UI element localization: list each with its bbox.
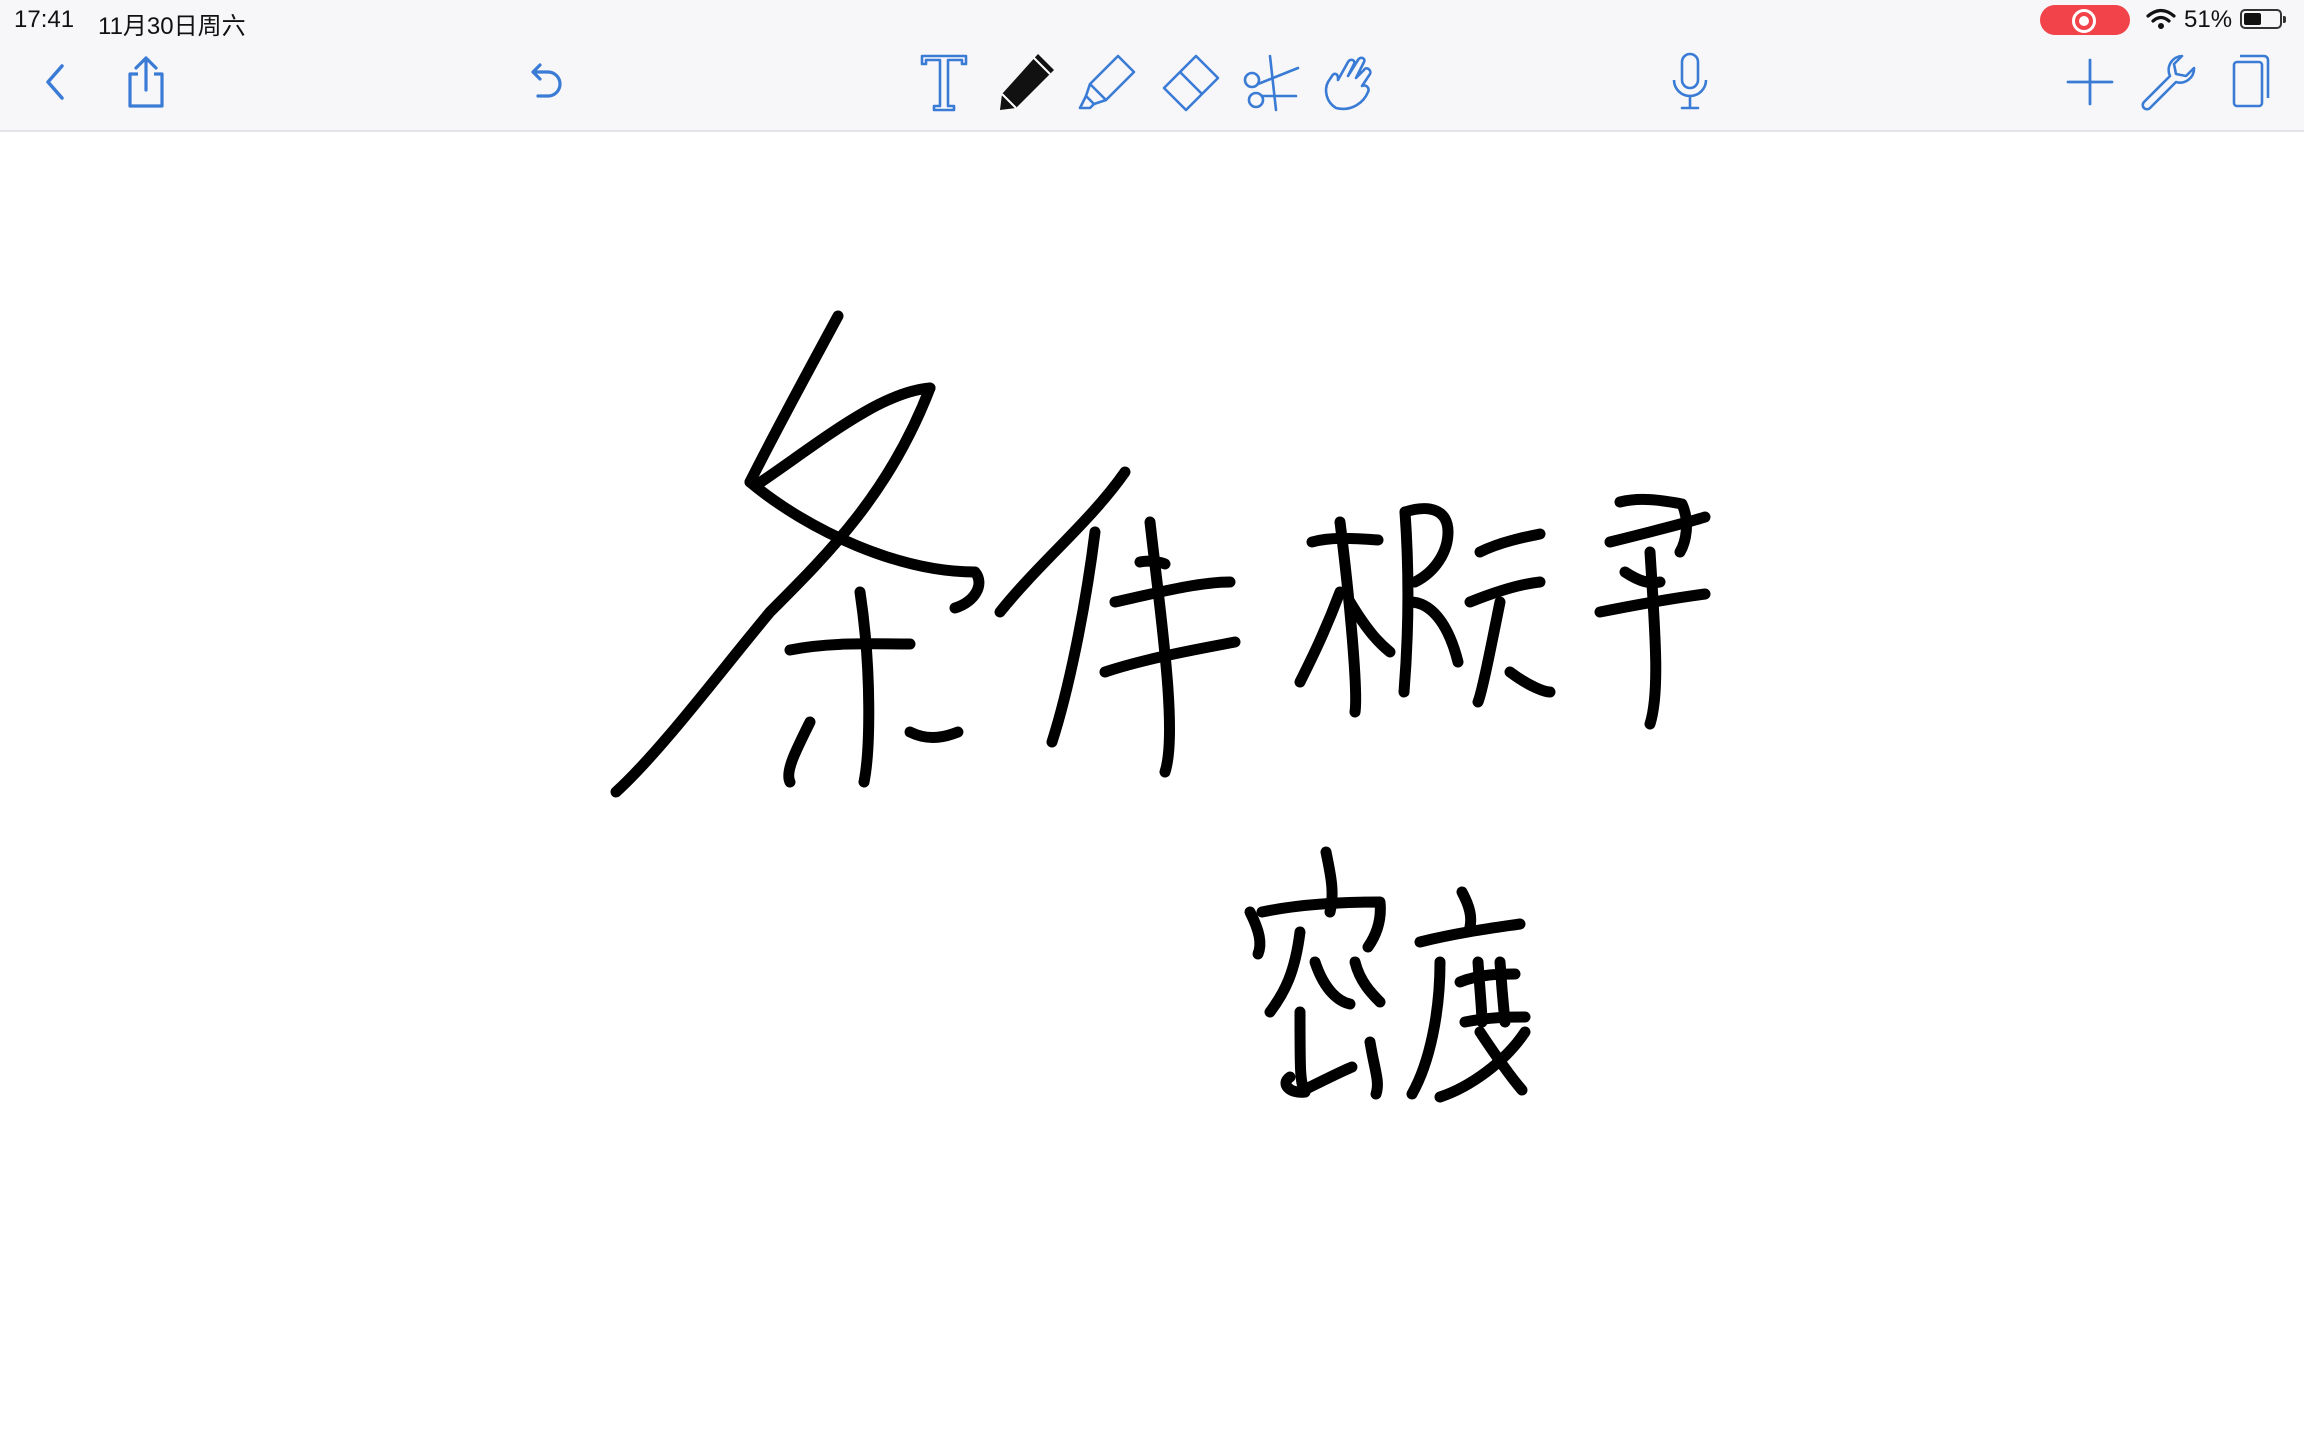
undo-button[interactable]: [512, 50, 576, 114]
battery-icon: [2240, 9, 2286, 29]
back-button[interactable]: [24, 50, 88, 114]
status-date: 11月30日周六: [98, 13, 246, 40]
pen-icon: [1000, 54, 1054, 110]
microphone-icon: [1672, 52, 1708, 110]
highlighter-tool-button[interactable]: [1076, 50, 1140, 114]
notability-screen: 17:41 11月30日周六 51%: [0, 0, 2304, 1444]
add-button[interactable]: [2058, 50, 2122, 114]
handwriting-layer: [610, 310, 1711, 1103]
hand-icon: [1324, 56, 1372, 111]
handwriting-char-lv: [1594, 493, 1711, 730]
battery-fill: [2244, 13, 2262, 25]
battery-percent: 51%: [2184, 6, 2233, 33]
wrench-icon: [2141, 54, 2196, 111]
pen-tool-button[interactable]: [994, 50, 1058, 114]
scissors-icon: [1243, 54, 1300, 112]
share-icon: [128, 56, 164, 108]
handwriting-char-gai: [1294, 503, 1556, 718]
status-time: 17:41: [14, 6, 75, 33]
toolbar: [0, 40, 2304, 132]
hand-tool-button[interactable]: [1318, 50, 1382, 114]
microphone-button[interactable]: [1658, 50, 1722, 114]
scissors-tool-button[interactable]: [1240, 50, 1304, 114]
battery-cap: [2283, 16, 2286, 23]
pages-button[interactable]: [2218, 50, 2282, 114]
record-icon: [2072, 9, 2096, 33]
undo-icon: [531, 63, 562, 98]
handwriting-char-jian: [994, 466, 1241, 778]
pages-icon: [2232, 54, 2270, 108]
eraser-icon: [1162, 54, 1220, 112]
note-canvas[interactable]: [0, 132, 2304, 1444]
wifi-icon: [2146, 8, 2176, 29]
plus-icon: [2066, 58, 2114, 106]
tools-button[interactable]: [2136, 50, 2200, 114]
handwriting-char-mi: [1244, 846, 1386, 1100]
handwriting-char-du: [1406, 886, 1531, 1103]
handwriting-char-tiao: [610, 310, 985, 798]
text-icon: [920, 54, 968, 112]
eraser-tool-button[interactable]: [1158, 50, 1222, 114]
highlighter-icon: [1078, 54, 1136, 110]
chevron-left-icon: [46, 64, 64, 100]
status-bar: 17:41 11月30日周六 51%: [0, 0, 2304, 40]
text-tool-button[interactable]: [912, 50, 976, 114]
share-button[interactable]: [114, 50, 178, 114]
screen-recording-indicator[interactable]: [2040, 5, 2130, 35]
